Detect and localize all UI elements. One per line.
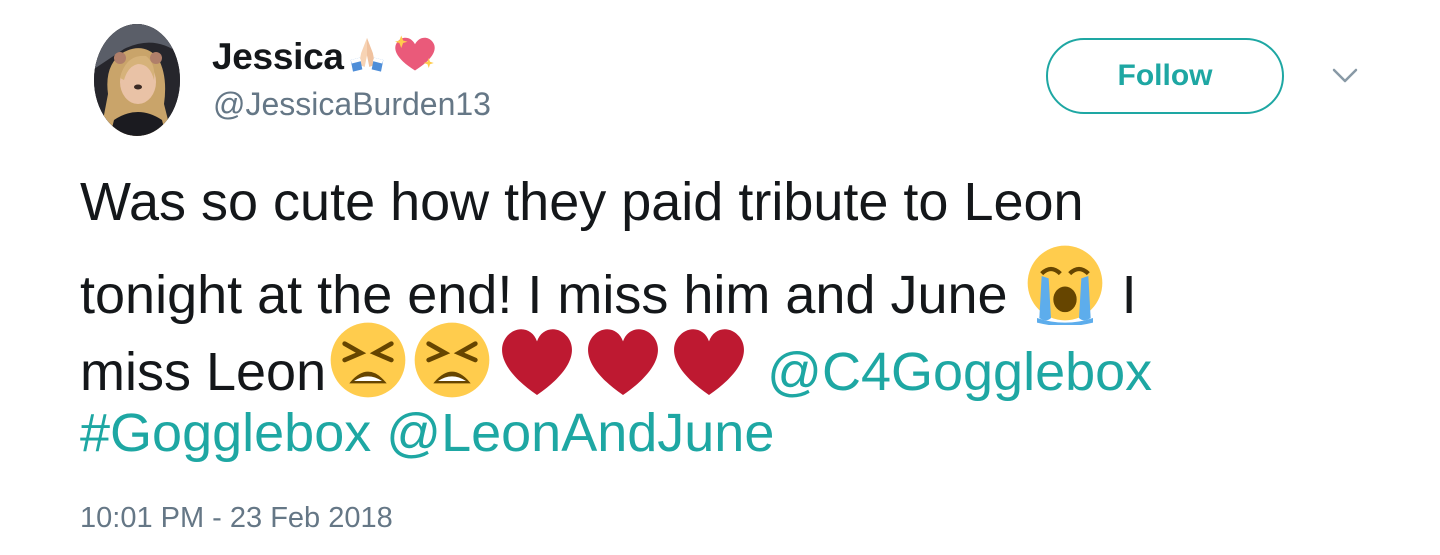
chevron-down-icon[interactable] <box>1330 64 1360 88</box>
tweet-line: Was so cute how they paid tribute to Leo… <box>80 164 1400 241</box>
mention-link-leonandjune[interactable]: @LeonAndJune <box>386 403 774 463</box>
folded-hands-emoji-icon <box>346 32 388 83</box>
tweet-line: #Gogglebox @LeonAndJune <box>80 395 1400 472</box>
tweet-text-segment: Was so cute how they paid tribute to Leo… <box>80 172 1084 232</box>
tweet-text-segment: I <box>1106 265 1137 325</box>
tweet-text-segment: miss Leon <box>80 342 327 402</box>
avatar[interactable] <box>94 24 180 136</box>
user-handle[interactable]: @JessicaBurden13 <box>213 86 491 123</box>
tweet-text-segment: tonight at the end! I miss him and June <box>80 265 1023 325</box>
tweet-card: Jessica @JessicaBurden13 Follow Was so c… <box>0 0 1440 555</box>
display-name-text: Jessica <box>212 36 344 77</box>
hashtag-link-gogglebox[interactable]: #Gogglebox <box>80 403 371 463</box>
tweet-timestamp[interactable]: 10:01 PM - 23 Feb 2018 <box>80 502 393 535</box>
mention-link-c4gogglebox[interactable]: @C4Gogglebox <box>767 342 1152 402</box>
follow-button[interactable]: Follow <box>1046 38 1284 114</box>
display-name[interactable]: Jessica <box>212 32 440 82</box>
tweet-line: miss Leon @C4Gogglebox <box>80 318 1400 402</box>
sparkling-heart-emoji-icon <box>390 30 440 85</box>
tweet-text: Was so cute how they paid tribute to Leo… <box>80 164 1400 472</box>
tweet-line: tonight at the end! I miss him and June … <box>80 241 1400 327</box>
